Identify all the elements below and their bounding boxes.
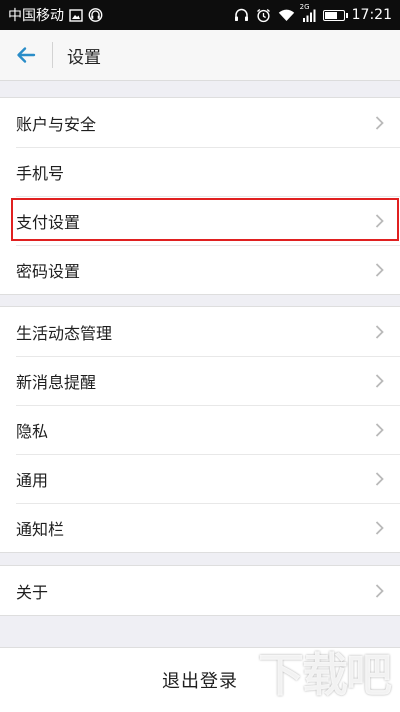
menu-item-label: 密码设置 [16,258,80,282]
chevron-right-icon [375,324,384,339]
alarm-icon [256,8,271,23]
settings-group-about: 关于 [0,565,400,616]
menu-item-new-message-alerts[interactable]: 新消息提醒 [0,356,400,405]
chevron-right-icon [375,422,384,437]
headphones-icon [234,8,249,22]
wifi-icon [278,9,295,22]
chevron-right-icon [375,262,384,277]
menu-item-label: 隐私 [16,418,48,442]
menu-item-password-settings[interactable]: 密码设置 [0,245,400,294]
menu-item-phone-number[interactable]: 手机号 [0,147,400,196]
menu-item-payment-settings[interactable]: 支付设置 [0,196,400,245]
image-notification-icon [69,9,83,22]
chevron-right-icon [375,583,384,598]
signal-icon: 2G [302,9,316,22]
menu-item-label: 支付设置 [16,209,80,233]
app-header: 设置 [0,30,400,81]
back-button[interactable] [0,30,52,80]
menu-item-label: 通知栏 [16,516,64,540]
header-divider [52,42,53,68]
clock-label: 17:21 [352,7,392,23]
carrier-label: 中国移动 [8,5,64,25]
headset-notification-icon [88,8,103,22]
logout-label: 退出登录 [162,667,238,693]
menu-item-label: 新消息提醒 [16,369,96,393]
chevron-right-icon [375,213,384,228]
chevron-right-icon [375,373,384,388]
menu-item-privacy[interactable]: 隐私 [0,405,400,454]
logout-button[interactable]: 退出登录 [0,647,400,712]
status-bar: 中国移动 2G 17:21 [0,0,400,30]
chevron-right-icon [375,115,384,130]
menu-item-label: 账户与安全 [16,111,96,135]
menu-item-activity-management[interactable]: 生活动态管理 [0,307,400,356]
back-arrow-icon [16,46,36,64]
menu-item-about[interactable]: 关于 [0,566,400,615]
settings-group-account: 账户与安全 手机号 支付设置 密码设置 [0,97,400,295]
network-type-label: 2G [300,4,310,11]
menu-item-notification-bar[interactable]: 通知栏 [0,503,400,552]
chevron-right-icon [375,471,384,486]
page-title: 设置 [67,43,101,68]
menu-item-account-security[interactable]: 账户与安全 [0,98,400,147]
menu-item-label: 手机号 [16,160,64,184]
chevron-right-icon [375,520,384,535]
menu-item-label: 关于 [16,579,48,603]
menu-item-label: 生活动态管理 [16,320,112,344]
battery-icon [323,10,345,21]
settings-group-general: 生活动态管理 新消息提醒 隐私 通用 通知栏 [0,306,400,553]
menu-item-general[interactable]: 通用 [0,454,400,503]
menu-item-label: 通用 [16,467,48,491]
battery-fill [325,12,338,19]
